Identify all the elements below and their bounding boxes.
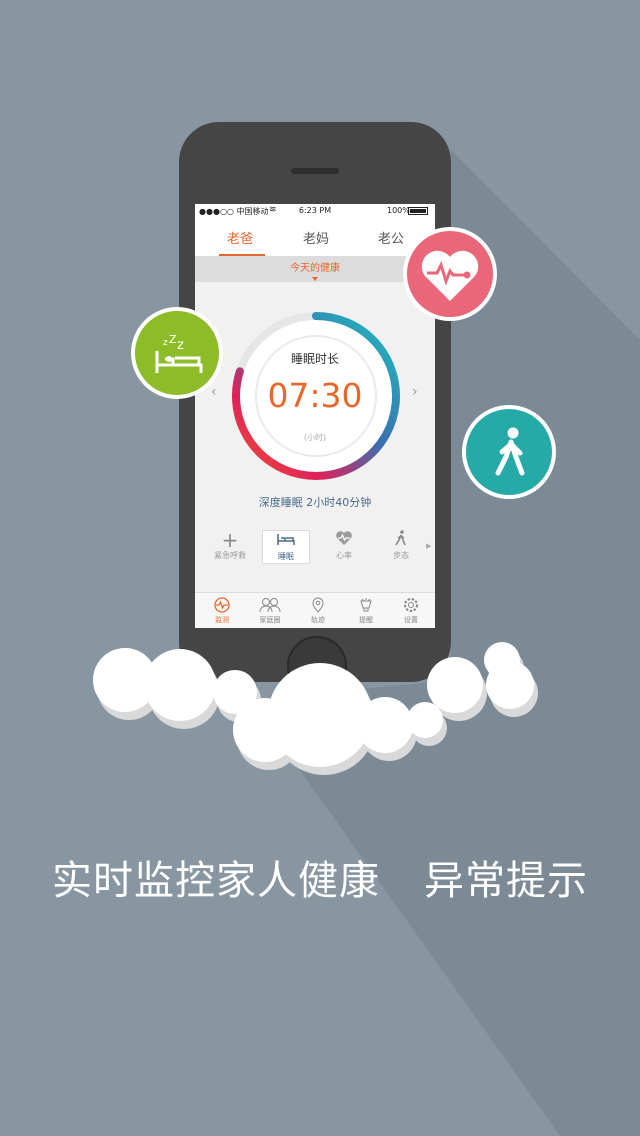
phone-screen: ●●●○○ 中国移动 ≋ 6:23 PM 100% 老爸 老妈 老公 今天的健康… (195, 204, 435, 628)
function-emergency[interactable]: + 紧急呼救 (206, 530, 254, 564)
walk-bubble (462, 405, 556, 499)
tab-dad[interactable]: 老爸 (227, 228, 253, 247)
heart-rate-icon (320, 530, 368, 550)
walk-icon (377, 530, 425, 550)
bell-icon (342, 597, 390, 615)
plus-icon: + (221, 528, 239, 552)
today-health-label: 今天的健康 (290, 263, 340, 274)
status-bar: ●●●○○ 中国移动 ≋ 6:23 PM 100% (195, 204, 435, 218)
chevron-right-icon[interactable]: › (412, 384, 418, 400)
function-gait[interactable]: 步态 (377, 530, 425, 564)
today-health-bar[interactable]: 今天的健康 (195, 256, 435, 282)
caret-right-icon[interactable]: ▶ (426, 542, 431, 550)
nav-track[interactable]: 轨迹 (294, 597, 342, 625)
battery-icon (408, 207, 428, 215)
slogan: 实时监控家人健康 异常提示 (0, 848, 640, 906)
walking-person-icon (495, 427, 525, 476)
heart-bubble (403, 227, 497, 321)
bottom-nav: 监测 家庭圈 轨迹 提醒 设置 (195, 592, 435, 628)
nav-remind[interactable]: 提醒 (342, 597, 390, 625)
nav-label: 轨迹 (311, 616, 325, 624)
location-icon (294, 597, 342, 615)
slogan-left: 实时监控家人健康 (52, 858, 380, 904)
heartbeat-icon (421, 250, 479, 301)
bed-icon (263, 531, 309, 551)
caret-down-icon (312, 277, 318, 281)
sleep-title: 睡眠时长 (290, 352, 339, 366)
svg-text:z: z (163, 338, 168, 348)
family-tabs: 老爸 老妈 老公 (195, 218, 435, 257)
function-label: 步态 (393, 551, 409, 560)
battery-percent: 100% (387, 206, 410, 215)
function-sleep[interactable]: 睡眠 (262, 530, 310, 564)
tab-mom[interactable]: 老妈 (303, 228, 329, 247)
nav-label: 设置 (404, 616, 418, 624)
nav-label: 监测 (215, 616, 229, 624)
nav-label: 家庭圈 (259, 616, 281, 624)
function-label: 心率 (336, 551, 352, 560)
sleep-bed-icon: z Z z (155, 333, 203, 373)
nav-label: 提醒 (359, 616, 373, 624)
nav-family[interactable]: 家庭圈 (246, 597, 294, 625)
cloud-decoration (93, 642, 538, 775)
phone-speaker (291, 168, 339, 174)
nav-settings[interactable]: 设置 (387, 597, 435, 625)
sleep-bubble: z Z z (131, 307, 223, 399)
family-icon (246, 597, 294, 615)
nav-monitor[interactable]: 监测 (198, 597, 246, 625)
sleep-unit: (小时) (303, 433, 327, 442)
gear-icon (387, 597, 435, 615)
deep-sleep-summary: 深度睡眠 2小时40分钟 (258, 496, 372, 509)
svg-text:Z: Z (169, 333, 177, 346)
svg-text:z: z (177, 338, 184, 353)
function-bar: + 紧急呼救 睡眠 心率 步态 ▶ (195, 530, 435, 566)
slogan-right: 异常提示 (424, 858, 588, 904)
function-heart-rate[interactable]: 心率 (320, 530, 368, 564)
monitor-icon (198, 597, 246, 615)
sleep-duration-value: 07:30 (267, 376, 363, 415)
tab-husband[interactable]: 老公 (378, 228, 404, 247)
function-label: 睡眠 (278, 552, 294, 561)
function-label: 紧急呼救 (214, 551, 246, 560)
